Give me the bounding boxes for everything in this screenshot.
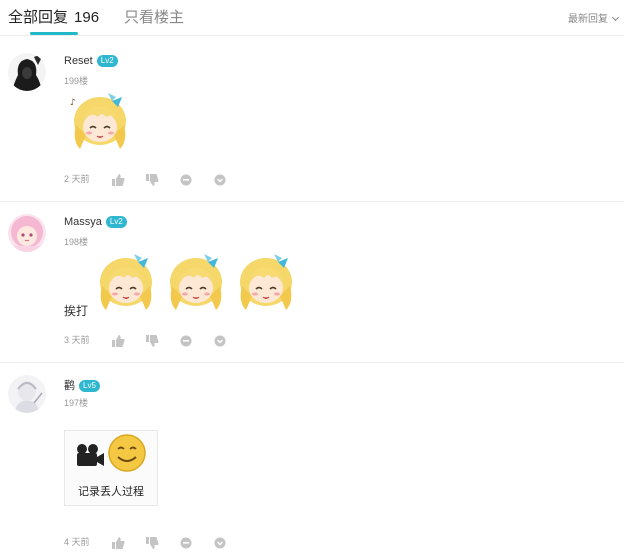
sticker-image [239,253,293,311]
like-icon[interactable] [111,536,143,549]
avatar[interactable] [8,375,46,413]
floor-number: 197楼 [64,398,89,408]
sticker-image [169,253,223,311]
sort-label: 最新回复 [568,14,608,25]
active-tab-indicator [30,32,78,35]
media-caption: 记录丢人过程 [78,486,144,498]
tab-all-replies[interactable]: 全部回复 196 [8,6,99,27]
sticker-image: ♪ [70,92,127,150]
smiley-emoji [108,434,146,472]
comment-icon[interactable] [180,174,212,186]
reply-text: 挨打 [64,304,89,318]
media-card[interactable]: 记录丢人过程 [64,430,158,506]
username[interactable]: 鹳 Lv5 [64,377,100,393]
sticker-image [99,253,153,311]
reply-tab-bar: 全部回复 196 只看楼主 最新回复 [0,0,624,36]
username-text: 鹳 [64,380,75,392]
dislike-icon[interactable] [145,173,177,186]
dislike-icon[interactable] [145,334,177,347]
level-badge: Lv2 [96,55,118,67]
username[interactable]: Reset Lv2 [64,55,118,67]
tab-owner-only[interactable]: 只看楼主 [124,6,184,27]
tab-all-label: 全部回复 [8,9,69,26]
post-time: 4 天前 [64,537,90,547]
like-icon[interactable] [111,173,143,186]
reply-actions: 4 天前 [64,535,246,549]
avatar[interactable] [8,214,46,252]
comment-icon[interactable] [180,335,212,347]
post-time: 3 天前 [64,335,90,345]
reply-actions: 2 天前 [64,172,246,186]
svg-text:♪: ♪ [70,98,76,108]
reply-count: 196 [74,9,100,26]
username[interactable]: Massya Lv2 [64,216,127,228]
reply-item: Massya Lv2 198楼 挨打 3 天前 [0,202,624,363]
avatar[interactable] [8,53,46,91]
floor-number: 198楼 [64,237,89,247]
chevron-down-icon [611,13,620,22]
reply-actions: 3 天前 [64,333,246,347]
dislike-icon[interactable] [145,536,177,549]
level-badge: Lv5 [79,380,100,392]
camera-icon [77,444,104,466]
more-icon[interactable] [214,335,246,347]
more-icon[interactable] [214,537,246,549]
username-text: Reset [64,55,93,67]
like-icon[interactable] [111,334,143,347]
reply-item: Reset Lv2 199楼 ♪ 2 天前 [0,37,624,202]
username-text: Massya [64,216,102,228]
sort-dropdown[interactable]: 最新回复 [568,10,620,25]
floor-number: 199楼 [64,76,89,86]
reply-item: 鹳 Lv5 197楼 记录丢人过程 4 天前 [0,363,624,558]
level-badge: Lv2 [105,216,127,228]
post-time: 2 天前 [64,174,90,184]
comment-icon[interactable] [180,537,212,549]
more-icon[interactable] [214,174,246,186]
